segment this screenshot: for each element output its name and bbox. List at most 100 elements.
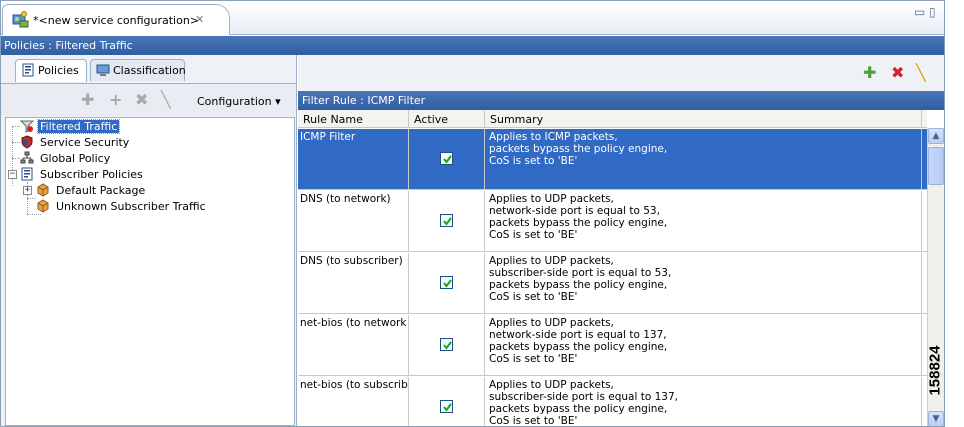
- table-row[interactable]: net-bios (to subscrib Applies to UDP pac…: [298, 377, 927, 427]
- summary-line: packets bypass the policy engine,: [489, 341, 668, 353]
- scroll-thumb[interactable]: [928, 147, 944, 185]
- summary-line: Applies to UDP packets,: [489, 255, 614, 267]
- package-icon: [37, 183, 49, 197]
- summary-line: CoS is set to 'BE': [489, 291, 578, 303]
- checkmark-icon: [443, 155, 452, 164]
- editor-tab[interactable]: *<new service configuration> ✕: [2, 4, 230, 35]
- tree-item-label: Global Policy: [40, 152, 111, 165]
- expand-icon[interactable]: +: [23, 186, 32, 195]
- chevron-down-icon: ▾: [275, 95, 281, 108]
- tree-connector: [27, 214, 41, 215]
- rule-summary: Applies to ICMP packets, packets bypass …: [485, 129, 922, 190]
- active-cell: [409, 377, 485, 426]
- delete-icon[interactable]: ✖: [135, 92, 148, 108]
- table-row[interactable]: net-bios (to network Applies to UDP pack…: [298, 315, 927, 376]
- active-cell: [409, 315, 485, 376]
- active-checkbox[interactable]: [440, 214, 453, 227]
- scroll-down-icon[interactable]: ▼: [928, 411, 944, 426]
- rule-summary: Applies to UDP packets, subscriber-side …: [485, 377, 922, 427]
- active-checkbox[interactable]: [440, 338, 453, 351]
- tree-item-label: Filtered Traffic: [36, 119, 121, 134]
- tree-item-label: Unknown Subscriber Traffic: [56, 200, 206, 213]
- active-checkbox[interactable]: [440, 276, 453, 289]
- summary-line: packets bypass the policy engine,: [489, 279, 668, 291]
- edit-icon[interactable]: ╲: [916, 65, 926, 81]
- close-icon[interactable]: ✕: [195, 13, 204, 26]
- summary-line: network-side port is equal to 53,: [489, 205, 660, 217]
- checkmark-icon: [443, 279, 452, 288]
- checkmark-icon: [443, 403, 452, 412]
- policies-toolbar: ✚ + ✖ ╲ Configuration ▾: [1, 83, 296, 116]
- rule-name: net-bios (to network: [298, 315, 409, 376]
- tab-policies-label: Policies: [38, 64, 79, 77]
- filter-rules-panel: ✚ ✖ ╲ Filter Rule : ICMP Filter Rule Nam…: [298, 55, 944, 427]
- collapse-icon[interactable]: −: [8, 170, 17, 179]
- scroll-up-icon[interactable]: ▲: [928, 128, 944, 144]
- summary-line: packets bypass the policy engine,: [489, 217, 668, 229]
- summary-line: packets bypass the policy engine,: [489, 143, 668, 155]
- figure-id-text: 158824: [926, 345, 944, 396]
- rule-name: net-bios (to subscrib: [298, 377, 409, 426]
- filter-rules-table: Rule Name Active Summary ICMP Filter App…: [298, 110, 944, 427]
- active-cell: [409, 129, 485, 190]
- minimize-icon[interactable]: ▭: [914, 5, 925, 19]
- checkmark-icon: [443, 341, 452, 350]
- rule-summary: Applies to UDP packets, network-side por…: [485, 191, 922, 252]
- rules-toolbar: ✚ ✖ ╲: [298, 55, 944, 90]
- add-icon[interactable]: +: [109, 92, 122, 108]
- column-header-summary[interactable]: Summary: [485, 110, 922, 128]
- summary-line: Applies to ICMP packets,: [489, 131, 618, 143]
- active-checkbox[interactable]: [440, 152, 453, 165]
- rule-name: ICMP Filter: [298, 129, 409, 190]
- summary-line: subscriber-side port is equal to 137,: [489, 391, 678, 403]
- table-header: Rule Name Active Summary: [298, 110, 927, 128]
- figure-id: 158824: [927, 320, 964, 420]
- summary-line: network-side port is equal to 137,: [489, 329, 667, 341]
- delete-icon[interactable]: ✖: [891, 65, 904, 81]
- summary-line: packets bypass the policy engine,: [489, 403, 668, 415]
- summary-line: CoS is set to 'BE': [489, 229, 578, 241]
- service-configuration-icon: [12, 11, 29, 28]
- active-checkbox[interactable]: [440, 400, 453, 413]
- tree-item-label: Service Security: [40, 136, 130, 149]
- package-icon: [37, 199, 49, 213]
- summary-line: Applies to UDP packets,: [489, 317, 614, 329]
- maximize-icon[interactable]: ▯: [929, 5, 936, 19]
- add-icon[interactable]: ✚: [863, 65, 876, 81]
- tree-connector: [27, 198, 35, 199]
- tree-connector: [12, 142, 20, 143]
- filter-icon: [20, 120, 34, 133]
- rule-summary: Applies to UDP packets, subscriber-side …: [485, 253, 922, 314]
- column-header-rule-name[interactable]: Rule Name: [298, 110, 409, 128]
- summary-line: subscriber-side port is equal to 53,: [489, 267, 672, 279]
- summary-line: CoS is set to 'BE': [489, 415, 578, 427]
- editor-title: Policies : Filtered Traffic: [1, 36, 944, 55]
- configuration-label: Configuration: [197, 95, 272, 108]
- rule-name: DNS (to network): [298, 191, 409, 252]
- tree-connector: [12, 158, 20, 159]
- editor-tab-bar: *<new service configuration> ✕ ▭ ▯: [1, 1, 944, 35]
- section-title: Filter Rule : ICMP Filter: [298, 91, 944, 110]
- editor-tab-label: *<new service configuration>: [33, 14, 200, 27]
- table-row[interactable]: DNS (to network) Applies to UDP packets,…: [298, 191, 927, 252]
- tree-item-label: Subscriber Policies: [40, 168, 143, 181]
- policy-icon: [21, 167, 33, 181]
- active-cell: [409, 253, 485, 314]
- classification-icon: [96, 64, 110, 76]
- column-header-active[interactable]: Active: [409, 110, 485, 128]
- add-child-icon[interactable]: ✚: [81, 92, 94, 108]
- policy-icon: [22, 63, 34, 77]
- summary-line: Applies to UDP packets,: [489, 193, 614, 205]
- tab-policies[interactable]: Policies: [15, 59, 87, 82]
- checkmark-icon: [443, 217, 452, 226]
- edit-icon[interactable]: ╲: [161, 92, 171, 108]
- configuration-menu[interactable]: Configuration ▾: [197, 95, 281, 108]
- policy-tree: Filtered Traffic Service Security Global…: [5, 117, 295, 426]
- policies-panel: Policies Classification ✚ + ✖ ╲ Configur…: [1, 55, 297, 426]
- tree-item-label: Default Package: [56, 184, 146, 197]
- table-row[interactable]: ICMP Filter Applies to ICMP packets, pac…: [298, 129, 927, 190]
- tab-classification-label: Classification: [113, 64, 186, 77]
- rule-summary: Applies to UDP packets, network-side por…: [485, 315, 922, 376]
- tab-classification[interactable]: Classification: [90, 59, 186, 81]
- table-row[interactable]: DNS (to subscriber) Applies to UDP packe…: [298, 253, 927, 314]
